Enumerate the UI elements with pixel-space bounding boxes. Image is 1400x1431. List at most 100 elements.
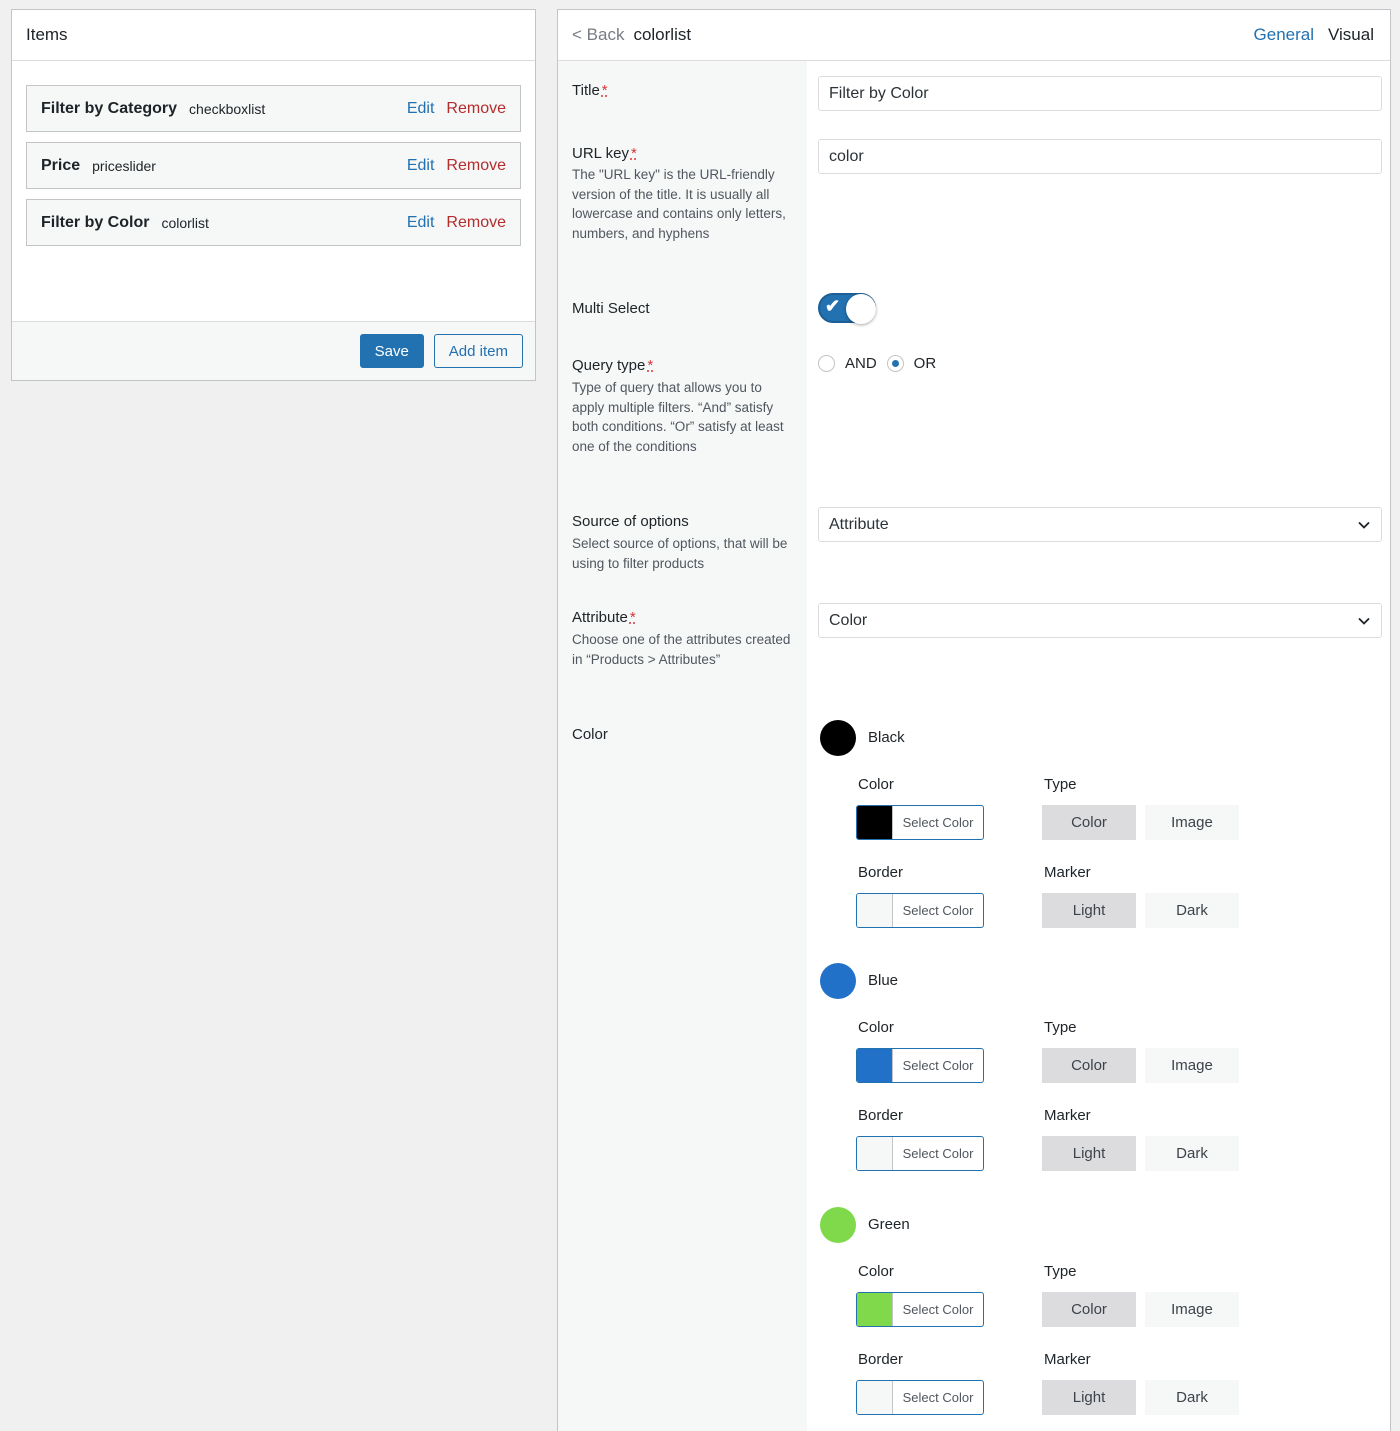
multi-select-toggle[interactable]: ✔ — [818, 293, 876, 324]
type-color-button[interactable]: Color — [1042, 805, 1136, 840]
back-link[interactable]: < Back — [572, 25, 624, 45]
marker-sub-label: Marker — [1044, 864, 1091, 881]
query-type-description: Type of query that allows you to apply m… — [572, 380, 784, 454]
color-sub-label: Color — [858, 1019, 894, 1036]
multi-select-label: Multi Select — [572, 300, 650, 317]
select-color-label: Select Color — [902, 1302, 974, 1317]
title-input[interactable]: Filter by Color — [818, 76, 1382, 111]
chevron-down-icon — [1358, 617, 1370, 625]
attribute-select-value: Color — [829, 611, 868, 629]
color-name: Black — [868, 729, 905, 746]
items-panel-footer: Save Add item — [12, 321, 535, 380]
type-sub-label: Type — [1044, 1263, 1077, 1280]
edit-link[interactable]: Edit — [407, 100, 435, 118]
attribute-label: Attribute * — [572, 609, 636, 626]
marker-sub-label: Marker — [1044, 1351, 1091, 1368]
color-picker[interactable]: Select Color — [856, 805, 984, 840]
label-column — [558, 61, 807, 1431]
editor-header: < Back colorlist General Visual — [558, 10, 1390, 61]
check-icon: ✔ — [825, 296, 841, 316]
color-option-blue: Blue Color Type Select Color Color Image… — [818, 963, 1258, 1203]
color-swatch — [820, 963, 856, 999]
items-list: Filter by Category checkboxlist Edit Rem… — [12, 61, 535, 322]
type-color-button[interactable]: Color — [1042, 1048, 1136, 1083]
radio-and-label: AND — [845, 355, 877, 372]
required-marker: * — [630, 145, 637, 162]
border-sub-label: Border — [858, 864, 904, 881]
type-image-button[interactable]: Image — [1145, 805, 1239, 840]
radio-or[interactable] — [886, 355, 904, 372]
source-select[interactable]: Attribute — [818, 507, 1382, 542]
color-chip — [857, 1381, 893, 1414]
marker-dark-button[interactable]: Dark — [1145, 893, 1239, 928]
list-item: Price priceslider Edit Remove — [26, 142, 521, 189]
color-sub-label: Color — [858, 1263, 894, 1280]
list-item: Filter by Color colorlist Edit Remove — [26, 199, 521, 246]
items-panel: Items Filter by Category checkboxlist Ed… — [11, 9, 536, 381]
radio-and[interactable] — [818, 355, 835, 372]
color-option-green: Green Color Type Select Color Color Imag… — [818, 1207, 1258, 1431]
required-marker: * — [629, 609, 636, 626]
tab-general[interactable]: General — [1254, 25, 1314, 45]
remove-link[interactable]: Remove — [446, 157, 506, 175]
item-title: Filter by Category — [41, 99, 178, 117]
border-sub-label: Border — [858, 1351, 904, 1368]
type-color-button[interactable]: Color — [1042, 1292, 1136, 1327]
title-label: Title * — [572, 82, 608, 99]
select-color-label: Select Color — [902, 815, 974, 830]
border-picker[interactable]: Select Color — [856, 1380, 984, 1415]
attribute-description: Choose one of the attributes created in … — [572, 632, 791, 667]
color-swatch — [820, 720, 856, 756]
border-picker[interactable]: Select Color — [856, 893, 984, 928]
item-type: priceslider — [92, 157, 156, 174]
border-picker[interactable]: Select Color — [856, 1136, 984, 1171]
border-sub-label: Border — [858, 1107, 904, 1124]
type-image-button[interactable]: Image — [1145, 1048, 1239, 1083]
tab-visual[interactable]: Visual — [1328, 25, 1374, 45]
color-label: Color — [572, 726, 608, 743]
color-name: Blue — [868, 972, 899, 989]
item-title: Price — [41, 156, 81, 174]
url-key-input[interactable]: color — [818, 139, 1382, 174]
add-item-button[interactable]: Add item — [433, 334, 523, 368]
toggle-knob — [846, 294, 876, 324]
required-marker: * — [601, 82, 608, 99]
marker-light-button[interactable]: Light — [1042, 893, 1136, 928]
color-chip — [857, 1049, 893, 1082]
remove-link[interactable]: Remove — [446, 214, 506, 232]
required-marker: * — [647, 357, 654, 374]
editor-panel: < Back colorlist General Visual Title * F… — [557, 9, 1391, 1431]
edit-link[interactable]: Edit — [407, 157, 435, 175]
marker-sub-label: Marker — [1044, 1107, 1091, 1124]
edit-link[interactable]: Edit — [407, 214, 435, 232]
color-chip — [857, 894, 893, 927]
marker-dark-button[interactable]: Dark — [1145, 1380, 1239, 1415]
color-sub-label: Color — [858, 776, 894, 793]
url-key-label: URL key * — [572, 145, 637, 162]
color-chip — [857, 806, 893, 839]
color-picker[interactable]: Select Color — [856, 1048, 984, 1083]
source-description: Select source of options, that will be u… — [572, 536, 788, 571]
marker-light-button[interactable]: Light — [1042, 1136, 1136, 1171]
query-type-label: Query type * — [572, 357, 654, 374]
color-chip — [857, 1137, 893, 1170]
marker-dark-button[interactable]: Dark — [1145, 1136, 1239, 1171]
color-picker[interactable]: Select Color — [856, 1292, 984, 1327]
save-button[interactable]: Save — [359, 334, 424, 368]
attribute-select[interactable]: Color — [818, 603, 1382, 638]
source-select-value: Attribute — [829, 515, 889, 533]
marker-light-button[interactable]: Light — [1042, 1380, 1136, 1415]
item-type: checkboxlist — [189, 100, 266, 117]
type-sub-label: Type — [1044, 776, 1077, 793]
color-name: Green — [868, 1216, 910, 1233]
select-color-label: Select Color — [902, 1058, 974, 1073]
select-color-label: Select Color — [902, 903, 974, 918]
radio-or-label: OR — [913, 355, 937, 372]
type-image-button[interactable]: Image — [1145, 1292, 1239, 1327]
source-label: Source of options — [572, 513, 689, 530]
chevron-down-icon — [1358, 521, 1370, 529]
list-item: Filter by Category checkboxlist Edit Rem… — [26, 85, 521, 132]
color-swatch — [820, 1207, 856, 1243]
item-title: Filter by Color — [41, 213, 150, 231]
remove-link[interactable]: Remove — [446, 100, 506, 118]
